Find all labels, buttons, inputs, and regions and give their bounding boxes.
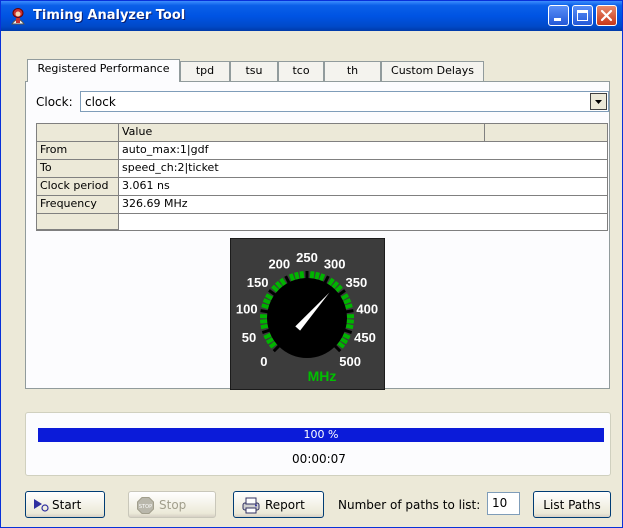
gauge-scale-label: 200 [268,257,290,272]
timing-analyzer-window: Timing Analyzer Tool Registered Performa… [0,0,623,528]
paths-label: Number of paths to list: [338,498,481,512]
paths-count-input[interactable]: 10 [487,492,520,515]
gauge-minor-tick [261,303,270,310]
gauge-minor-tick [318,273,326,282]
tab-tco[interactable]: tco [278,61,324,81]
printer-icon [242,497,260,514]
close-icon [600,9,613,22]
list-paths-button[interactable]: List Paths [533,491,611,518]
column-header-empty [485,124,607,142]
svg-text:STOP: STOP [139,504,152,510]
title-bar[interactable]: Timing Analyzer Tool [1,1,622,31]
row-header-empty [37,214,119,230]
minimize-icon [554,18,561,21]
gauge-minor-tick [288,273,296,282]
gauge-minor-tick [263,332,272,340]
gauge-minor-tick [342,332,351,340]
gauge-scale-label: 50 [242,330,256,345]
tab-custom-delays[interactable]: Custom Delays [381,61,484,81]
chevron-down-icon [595,100,602,104]
start-icon [34,499,49,512]
gauge-major-tick [260,309,270,314]
app-figure-icon [11,8,25,25]
gauge-scale-label: 500 [339,354,361,369]
gauge-minor-tick [345,323,354,330]
gauge-minor-tick [299,271,305,279]
progress-percent: 100 % [303,428,339,441]
stop-button[interactable]: STOP Stop [128,491,216,518]
window-title: Timing Analyzer Tool [33,8,186,23]
gauge-minor-tick [309,271,315,279]
gauge-minor-tick [262,298,271,305]
clock-label: Clock: [36,95,73,109]
dropdown-button[interactable] [590,93,607,110]
results-table[interactable]: Value From auto_max:1|gdf To speed_ch:2|… [36,123,608,231]
table-cell[interactable]: 3.061 ns [119,178,607,196]
column-header-value: Value [119,124,485,142]
progress-group: 100 % 00:00:07 [25,412,611,476]
stop-icon: STOP [137,497,154,514]
progress-bar: 100 % [38,428,604,442]
maximize-button[interactable] [572,5,593,26]
gauge-scale-label: 400 [356,301,378,316]
gauge-minor-tick [343,298,352,305]
gauge-minor-tick [344,303,353,310]
row-header: Clock period [37,178,119,196]
gauge-scale-label: 300 [324,257,346,272]
gauge-unit-label: MHz [308,368,337,384]
start-label: Start [52,498,82,512]
gauge-minor-tick [314,271,320,280]
close-button[interactable] [596,5,617,26]
list-paths-label: List Paths [543,498,601,512]
table-cell[interactable]: auto_max:1|gdf [119,142,607,160]
gauge-minor-tick [294,271,300,280]
row-header: To [37,160,119,178]
gauge-scale-label: 0 [260,354,267,369]
clock-value: clock [85,95,116,109]
tab-registered-performance[interactable]: Registered Performance [27,59,180,82]
gauge-major-tick [344,309,354,314]
table-cell[interactable]: speed_ch:2|ticket [119,160,607,178]
gauge-scale-label: 150 [247,275,269,290]
report-label: Report [265,498,305,512]
corner-cell [37,124,119,142]
report-button[interactable]: Report [233,491,324,518]
clock-select[interactable]: clock [80,91,609,112]
tab-th[interactable]: th [324,61,381,81]
row-header: Frequency [37,196,119,214]
paths-count-value: 10 [492,496,508,510]
gauge-scale-label: 100 [236,301,258,316]
gauge-scale-label: 250 [296,250,318,265]
stop-label: Stop [159,498,187,512]
elapsed-time: 00:00:07 [292,452,346,466]
start-button[interactable]: Start [25,491,105,518]
tab-tsu[interactable]: tsu [230,61,278,81]
maximize-icon [577,10,588,21]
table-cell[interactable]: 326.69 MHz [119,196,607,214]
gauge-minor-tick [259,319,268,324]
gauge-minor-tick [346,319,355,324]
tab-tpd[interactable]: tpd [180,61,230,81]
minimize-button[interactable] [548,5,569,26]
row-header: From [37,142,119,160]
frequency-gauge: 0 50 100 150 200 250 300 350 400 450 500 MHz [230,238,385,390]
gauge-scale-label: 450 [354,330,376,345]
gauge-minor-tick [260,323,269,330]
gauge-scale-label: 350 [345,275,367,290]
